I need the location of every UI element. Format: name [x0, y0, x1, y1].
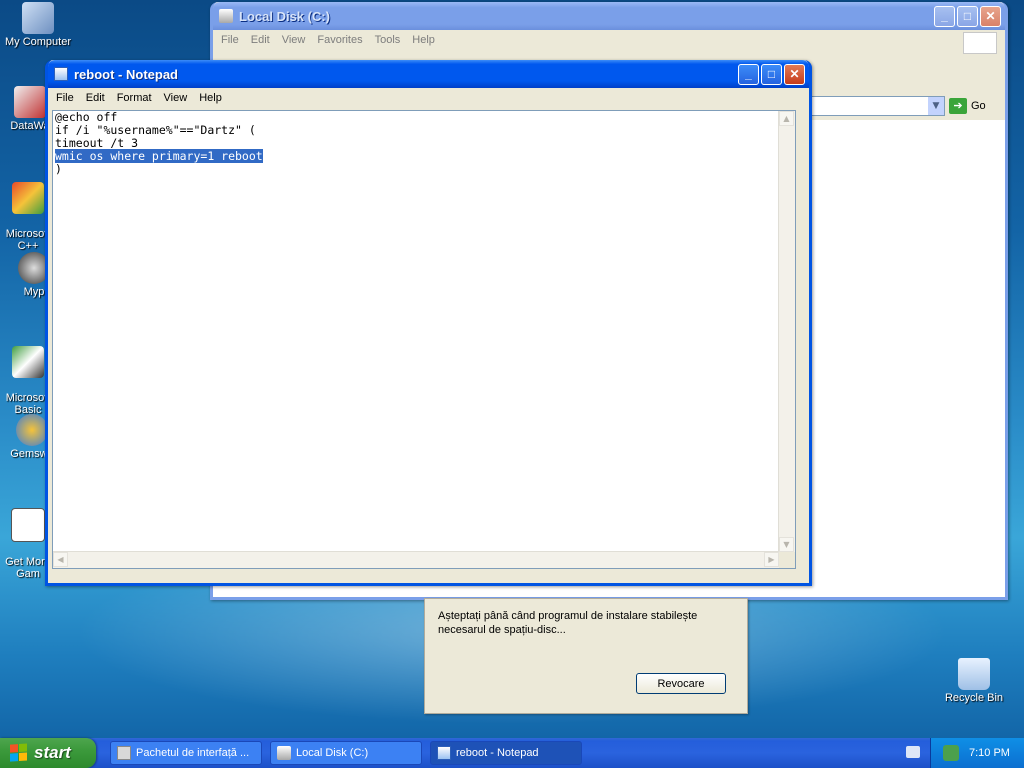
address-input[interactable]: ▼ — [803, 96, 945, 116]
installer-message-line: necesarul de spațiu-disc... — [438, 624, 566, 636]
desktop-icon-label: My Computer — [4, 36, 72, 48]
go-arrow-icon: ➔ — [949, 98, 967, 114]
menu-view[interactable]: View — [276, 34, 312, 46]
editor-text: @echo off if /i "%username%"=="Dartz" (ti… — [55, 111, 263, 176]
notepad-menubar: File Edit Format View Help — [48, 88, 809, 108]
menu-favorites[interactable]: Favorites — [311, 34, 368, 46]
installer-message-line: Așteptați până când programul de instala… — [438, 610, 698, 622]
menu-help[interactable]: Help — [406, 34, 441, 46]
start-label: start — [34, 743, 71, 762]
my-computer-icon — [22, 2, 54, 34]
scroll-up-arrow-icon[interactable]: ▲ — [779, 111, 794, 126]
visual-basic-icon — [12, 346, 44, 378]
minimize-button[interactable]: _ — [738, 63, 759, 85]
notepad-icon — [437, 746, 451, 760]
explorer-menubar: File Edit View Favorites Tools Help — [213, 30, 1005, 50]
recycle-bin-icon — [958, 658, 990, 690]
go-button[interactable]: ➔ Go — [949, 98, 986, 114]
scroll-left-arrow-icon[interactable]: ◀ — [53, 552, 68, 567]
notepad-window[interactable]: reboot - Notepad _ □ ✕ File Edit Format … — [45, 60, 812, 586]
notepad-titlebar[interactable]: reboot - Notepad _ □ ✕ — [48, 60, 809, 88]
taskbar-item-label: Local Disk (C:) — [296, 747, 369, 759]
close-button[interactable]: ✕ — [980, 5, 1001, 27]
close-button[interactable]: ✕ — [784, 63, 805, 85]
windows-logo-icon — [963, 32, 997, 54]
installer-dialog: Așteptați până când programul de instala… — [424, 598, 748, 714]
taskbar-item-notepad[interactable]: reboot - Notepad — [430, 741, 582, 765]
address-bar: ▼ ➔ Go — [803, 94, 1003, 118]
scroll-right-arrow-icon[interactable]: ▶ — [764, 552, 779, 567]
text-line: ) — [55, 162, 62, 176]
menu-tools[interactable]: Tools — [369, 34, 407, 46]
window-title: reboot - Notepad — [74, 66, 178, 82]
keyboard-icon[interactable] — [906, 746, 920, 758]
window-title: Local Disk (C:) — [239, 8, 331, 24]
system-tray: 7:10 PM — [930, 738, 1024, 768]
cancel-button[interactable]: Revocare — [636, 673, 726, 694]
menu-edit[interactable]: Edit — [80, 92, 111, 104]
selected-text: wmic os where primary=1 reboot — [55, 149, 263, 163]
network-icon[interactable] — [943, 745, 959, 761]
minimize-button[interactable]: _ — [934, 5, 955, 27]
desktop-icon-recycle-bin[interactable]: Recycle Bin — [936, 658, 1012, 704]
clock[interactable]: 7:10 PM — [969, 747, 1010, 759]
visual-cpp-icon — [12, 182, 44, 214]
menu-help[interactable]: Help — [193, 92, 228, 104]
installer-message: Așteptați până când programul de instala… — [438, 609, 738, 637]
menu-file[interactable]: File — [215, 34, 245, 46]
resize-grip[interactable] — [779, 552, 795, 568]
scroll-down-arrow-icon[interactable]: ▼ — [779, 537, 794, 552]
gemswe-icon — [16, 414, 48, 446]
vertical-scrollbar[interactable]: ▲ ▼ — [778, 111, 795, 552]
drive-icon — [277, 746, 291, 760]
desktop-icon-my-computer[interactable]: My Computer — [0, 2, 76, 48]
maximize-button[interactable]: □ — [761, 63, 782, 85]
taskbar-item-local-disk[interactable]: Local Disk (C:) — [270, 741, 422, 765]
get-more-games-icon — [11, 508, 45, 542]
maximize-button[interactable]: □ — [957, 5, 978, 27]
desktop-icon-label: Recycle Bin — [944, 692, 1004, 704]
taskbar-item-label: Pachetul de interfață ... — [136, 747, 250, 759]
start-button[interactable]: start — [0, 738, 96, 768]
menu-file[interactable]: File — [50, 92, 80, 104]
explorer-titlebar[interactable]: Local Disk (C:) _ □ ✕ — [213, 2, 1005, 30]
datawa-icon — [14, 86, 46, 118]
windows-flag-icon — [10, 743, 28, 762]
menu-format[interactable]: Format — [111, 92, 158, 104]
notepad-icon — [54, 67, 68, 81]
menu-edit[interactable]: Edit — [245, 34, 276, 46]
drive-icon — [219, 9, 233, 23]
go-label: Go — [971, 100, 986, 112]
taskbar-item-label: reboot - Notepad — [456, 747, 539, 759]
menu-view[interactable]: View — [158, 92, 194, 104]
taskbar-item-installer[interactable]: Pachetul de interfață ... — [110, 741, 262, 765]
taskbar: start Pachetul de interfață ... Local Di… — [0, 738, 1024, 768]
installer-icon — [117, 746, 131, 760]
text-editor[interactable]: @echo off if /i "%username%"=="Dartz" (ti… — [52, 110, 796, 569]
chevron-down-icon[interactable]: ▼ — [928, 97, 944, 115]
horizontal-scrollbar[interactable]: ◀ ▶ — [53, 551, 779, 568]
